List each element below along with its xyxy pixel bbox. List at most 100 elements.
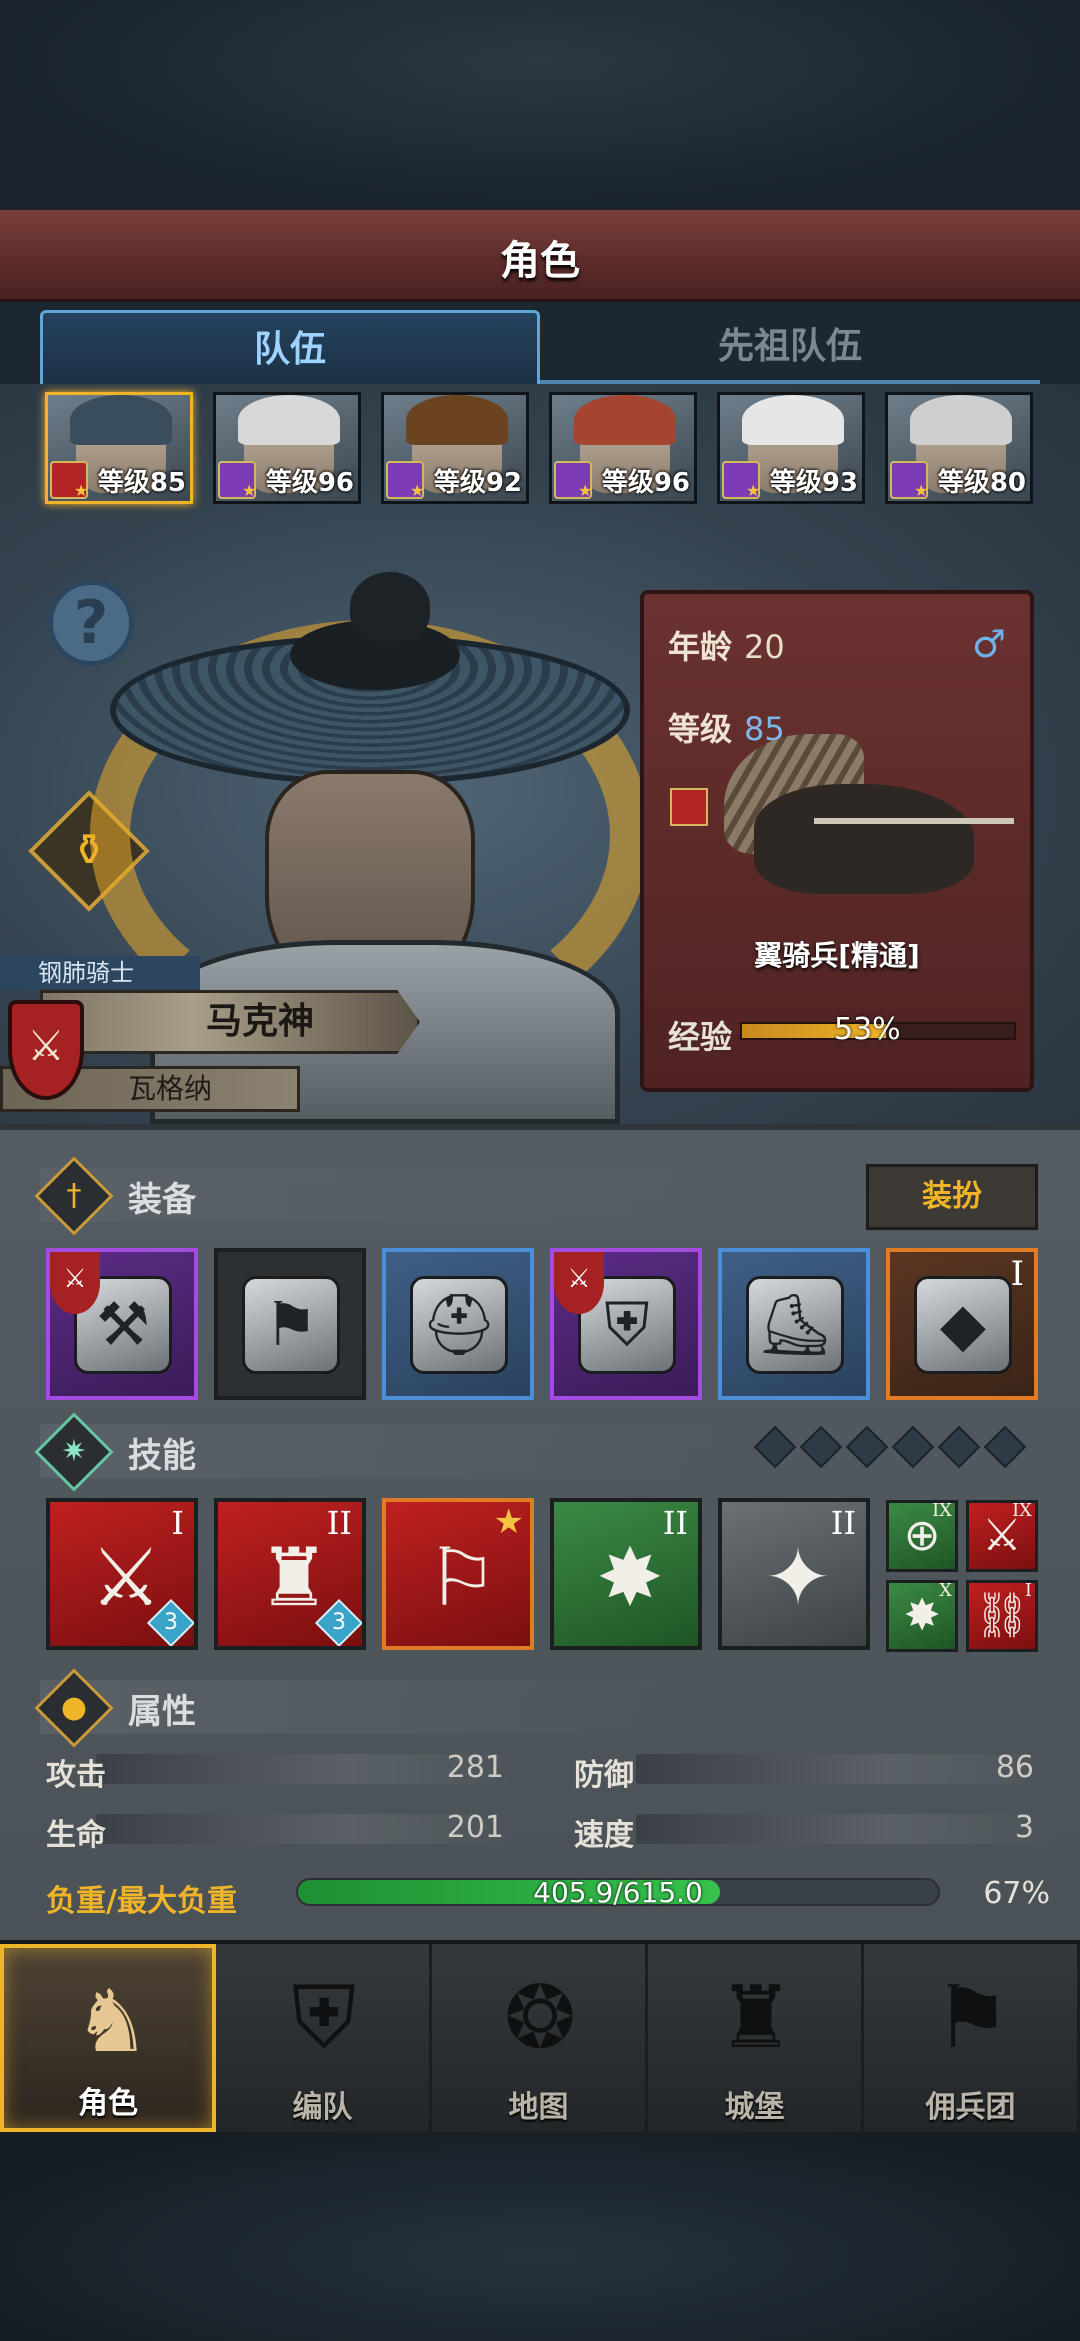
equipment-slot[interactable]: ⛑ <box>382 1248 534 1400</box>
hero-hair-bun <box>350 572 430 642</box>
attack-value: 281 <box>446 1750 504 1785</box>
equipment-header: † 装备 <box>34 1156 196 1236</box>
skill-slot[interactable]: ⚐ ★ <box>382 1498 534 1650</box>
portrait-hair <box>574 395 676 445</box>
portrait-level: 等级93 <box>769 468 858 498</box>
portrait-level: 等级96 <box>265 468 354 498</box>
compass-map-icon: ❂ <box>503 1968 577 2068</box>
class-icon <box>722 461 760 500</box>
class-icon <box>386 461 424 500</box>
load-percent: 67% <box>983 1876 1050 1911</box>
skill-tier: II <box>830 1504 856 1542</box>
hero-name: 马克神 <box>205 1001 314 1042</box>
nav-castle[interactable]: ♜ 城堡 <box>648 1944 864 2132</box>
tab-party[interactable]: 队伍 <box>40 310 540 384</box>
party-portrait[interactable]: 等级80 <box>885 392 1033 504</box>
castle-icon: ♜ <box>717 1968 795 2068</box>
party-portrait[interactable]: 等级96 <box>549 392 697 504</box>
attributes-header: ● 属性 <box>34 1668 196 1748</box>
portrait-hair <box>742 395 844 445</box>
outfit-button[interactable]: 装扮 <box>866 1164 1038 1230</box>
skill-charge-count: 3 <box>332 1610 346 1635</box>
tier-label: I <box>1010 1254 1024 1294</box>
skills-title: 技能 <box>128 1435 196 1476</box>
nav-label: 角色 <box>78 2086 138 2121</box>
dagger-section-icon: † <box>34 1156 114 1236</box>
nav-map[interactable]: ❂ 地图 <box>432 1944 648 2132</box>
skill-slot[interactable]: ⚔ I 3 <box>46 1498 198 1650</box>
nav-formation[interactable]: ⛨ 编队 <box>216 1944 432 2132</box>
load-value: 405.9/615.0 <box>533 1876 703 1909</box>
helmet-icon: ⛑ <box>410 1276 508 1374</box>
party-portrait[interactable]: 等级85 <box>45 392 193 504</box>
class-icon <box>554 461 592 500</box>
portrait-level: 等级80 <box>937 468 1026 498</box>
person-section-icon: ● <box>34 1668 114 1748</box>
attack-label: 攻击 <box>46 1758 106 1793</box>
mercenary-banner-icon: ⚑ <box>933 1968 1011 2068</box>
sword-passive-icon[interactable]: ⚔ IX <box>966 1500 1038 1572</box>
skill-tier: II <box>662 1504 688 1542</box>
horse-art <box>754 784 974 894</box>
skill-point-diamond <box>983 1425 1027 1469</box>
passive-tier: IX <box>932 1500 952 1521</box>
age-label: 年龄 <box>668 628 733 666</box>
mount-class-name: 翼骑兵[精通] <box>754 939 920 972</box>
passive-tier: I <box>1024 1580 1032 1601</box>
star-icon: ★ <box>493 1502 524 1542</box>
burst-passive-icon[interactable]: ✸ X <box>886 1580 958 1652</box>
skill-charge-count: 3 <box>164 1610 178 1635</box>
crystal-burst-skill-icon: ✸ <box>596 1531 664 1624</box>
class-icon <box>218 461 256 500</box>
party-portrait[interactable]: 等级92 <box>381 392 529 504</box>
skill-point-diamond <box>845 1425 889 1469</box>
party-portrait[interactable]: 等级96 <box>213 392 361 504</box>
attributes-title: 属性 <box>128 1691 196 1732</box>
age-row: 年龄 20 <box>668 622 785 668</box>
nav-label: 城堡 <box>724 2090 785 2125</box>
passive-tier: X <box>939 1580 952 1601</box>
page-title: 角色 <box>500 238 580 284</box>
class-icon <box>50 461 88 500</box>
class-icon <box>670 788 708 826</box>
hero-name-plate[interactable]: 马克神 <box>40 990 420 1054</box>
defense-label: 防御 <box>574 1758 634 1793</box>
sword-badge-icon: ⚔ <box>554 1252 604 1314</box>
class-icon <box>890 461 928 500</box>
speed-label: 速度 <box>574 1818 634 1853</box>
male-icon: ♂ <box>971 622 1006 666</box>
bottom-navigation: ♞ 角色 ⛨ 编队 ❂ 地图 ♜ 城堡 ⚑ 佣兵团 <box>0 1940 1080 2132</box>
hp-label: 生命 <box>46 1818 106 1853</box>
skill-slot[interactable]: ✦ II <box>718 1498 870 1650</box>
portrait-hair <box>406 395 508 445</box>
title-banner: 角色 <box>0 210 1080 302</box>
skill-slot[interactable]: ✸ II <box>550 1498 702 1650</box>
equipment-slot[interactable]: ⛸ <box>718 1248 870 1400</box>
skills-header: ✷ 技能 <box>34 1412 196 1492</box>
emerald-gem-icon: ◆ <box>914 1276 1012 1374</box>
portrait-level: 等级85 <box>97 468 186 498</box>
defense-value: 86 <box>995 1750 1034 1785</box>
lance-art <box>814 818 1014 824</box>
portrait-hair <box>238 395 340 445</box>
equipment-slot[interactable]: ⛨ ⚔ <box>550 1248 702 1400</box>
sword-badge-icon: ⚔ <box>50 1252 100 1314</box>
equipment-title: 装备 <box>128 1179 196 1220</box>
portrait-level: 等级92 <box>433 468 522 498</box>
equipment-slot[interactable]: ⚒ ⚔ <box>46 1248 198 1400</box>
party-portrait[interactable]: 等级93 <box>717 392 865 504</box>
skill-slot[interactable]: ♜ II 3 <box>214 1498 366 1650</box>
nav-mercenary[interactable]: ⚑ 佣兵团 <box>864 1944 1080 2132</box>
load-label: 负重/最大负重 <box>46 1884 237 1919</box>
equipment-slot[interactable]: ⚑ <box>214 1248 366 1400</box>
tab-ancestor-party[interactable]: 先祖队伍 <box>540 310 1040 384</box>
nav-character[interactable]: ♞ 角色 <box>0 1944 216 2132</box>
strength-passive-icon[interactable]: ⛓ I <box>966 1580 1038 1652</box>
hero-info-card: 年龄 20 ♂ 等级 85 翼骑兵[精通] 经验 53% <box>640 590 1034 1092</box>
skill-point-diamond <box>937 1425 981 1469</box>
knight-icon: ♞ <box>73 1972 151 2072</box>
target-passive-icon[interactable]: ⊕ IX <box>886 1500 958 1572</box>
help-button[interactable]: ? <box>48 580 134 666</box>
equipment-slot[interactable]: ◆ I <box>886 1248 1038 1400</box>
banner-icon: ⚑ <box>242 1276 340 1374</box>
